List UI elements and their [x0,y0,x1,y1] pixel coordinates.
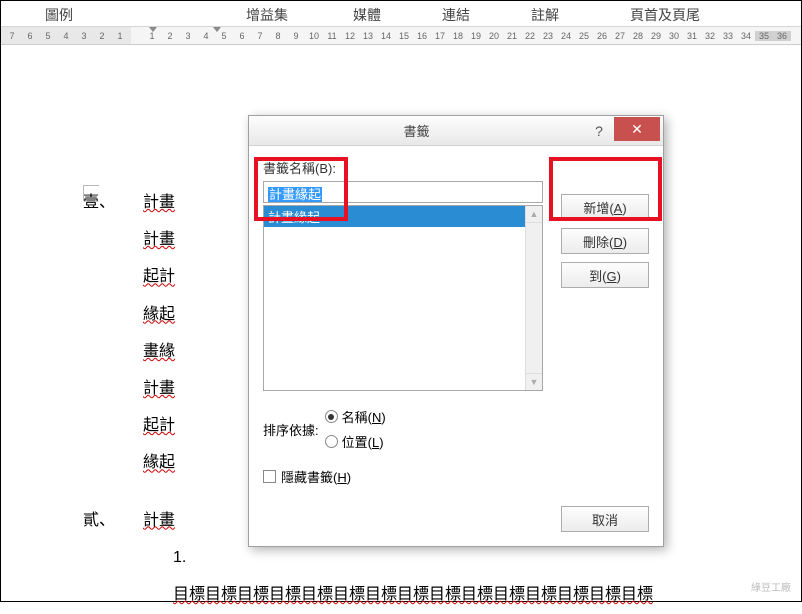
doc-text[interactable]: 緣起 [143,445,175,480]
ribbon-tab-comments[interactable]: 註解 [515,1,576,26]
dialog-close-button[interactable]: ✕ [614,117,660,141]
checkbox-hidden-bookmarks[interactable] [263,470,276,483]
ribbon-tab-links[interactable]: 連結 [426,1,487,26]
doc-text[interactable]: 緣起 [143,297,175,332]
doc-text[interactable]: 起計 [143,259,175,294]
list-scrollbar[interactable]: ▲ ▼ [525,206,542,390]
doc-text[interactable]: 目標目標目標目標目標目標目標目標目標目標目標目標目標目標目標 [173,577,653,612]
radio-sort-location[interactable]: 位置(L) [325,432,386,451]
doc-text[interactable]: 計畫 [143,371,175,406]
sort-label: 排序依據: [263,420,319,439]
hanging-indent-marker[interactable] [213,27,221,32]
add-button[interactable]: 新增(A) [561,194,649,220]
watermark: 綠豆工廠 [747,578,795,595]
doc-text[interactable]: 畫緣 [143,334,175,369]
ribbon-tab-header-footer[interactable]: 頁首及頁尾 [614,1,717,26]
bookmark-list[interactable]: 計畫緣起 ▲ ▼ [263,205,543,391]
ribbon-tab-addins[interactable]: 增益集 [230,1,305,26]
radio-sort-name[interactable]: 名稱(N) [325,407,386,426]
doc-text[interactable]: 計畫 [143,222,175,257]
dialog-title: 書籤 [249,121,584,140]
list-marker-2: 貳、 [83,503,143,538]
checkbox-label: 隱藏書籤(H) [281,467,351,486]
scroll-up-icon[interactable]: ▲ [526,206,542,223]
numbered-list-marker: 1. [173,540,186,575]
dialog-help-button[interactable]: ? [584,116,614,146]
bookmark-name-input[interactable]: 計畫緣起 [263,181,543,203]
ruler-negative-area: 7 6 5 4 3 2 1 [1,27,131,44]
delete-button[interactable]: 刪除(D) [561,228,649,254]
ribbon-tab-media[interactable]: 媒體 [337,1,398,26]
bookmark-dialog: 書籤 ? ✕ 書籤名稱(B): 計畫緣起 計畫緣起 ▲ ▼ 新增(A) 刪除(D… [248,115,664,547]
doc-text[interactable]: 起計 [143,408,175,443]
doc-text[interactable]: 計畫 [143,503,175,538]
ruler-positive-area: 1 2 3 4 5 6 7 8 9 10 11 12 13 14 15 16 1… [131,27,791,44]
dialog-titlebar[interactable]: 書籤 ? ✕ [249,116,663,146]
horizontal-ruler[interactable]: 7 6 5 4 3 2 1 1 2 3 4 5 6 7 8 9 10 11 12… [1,27,801,45]
radio-icon [325,435,338,448]
bookmark-name-label: 書籤名稱(B): [263,158,649,177]
cancel-button[interactable]: 取消 [561,506,649,532]
goto-button[interactable]: 到(G) [561,262,649,288]
first-line-indent-marker[interactable] [149,27,157,32]
scroll-down-icon[interactable]: ▼ [526,373,542,390]
bookmark-list-item[interactable]: 計畫緣起 [264,206,542,227]
ribbon-tabs: 圖例 增益集 媒體 連結 註解 頁首及頁尾 [1,1,801,27]
doc-text[interactable]: 計畫 [143,185,175,220]
radio-icon [325,410,338,423]
ribbon-tab-illustrations[interactable]: 圖例 [29,1,90,26]
list-marker-1: 壹、 [83,185,143,220]
